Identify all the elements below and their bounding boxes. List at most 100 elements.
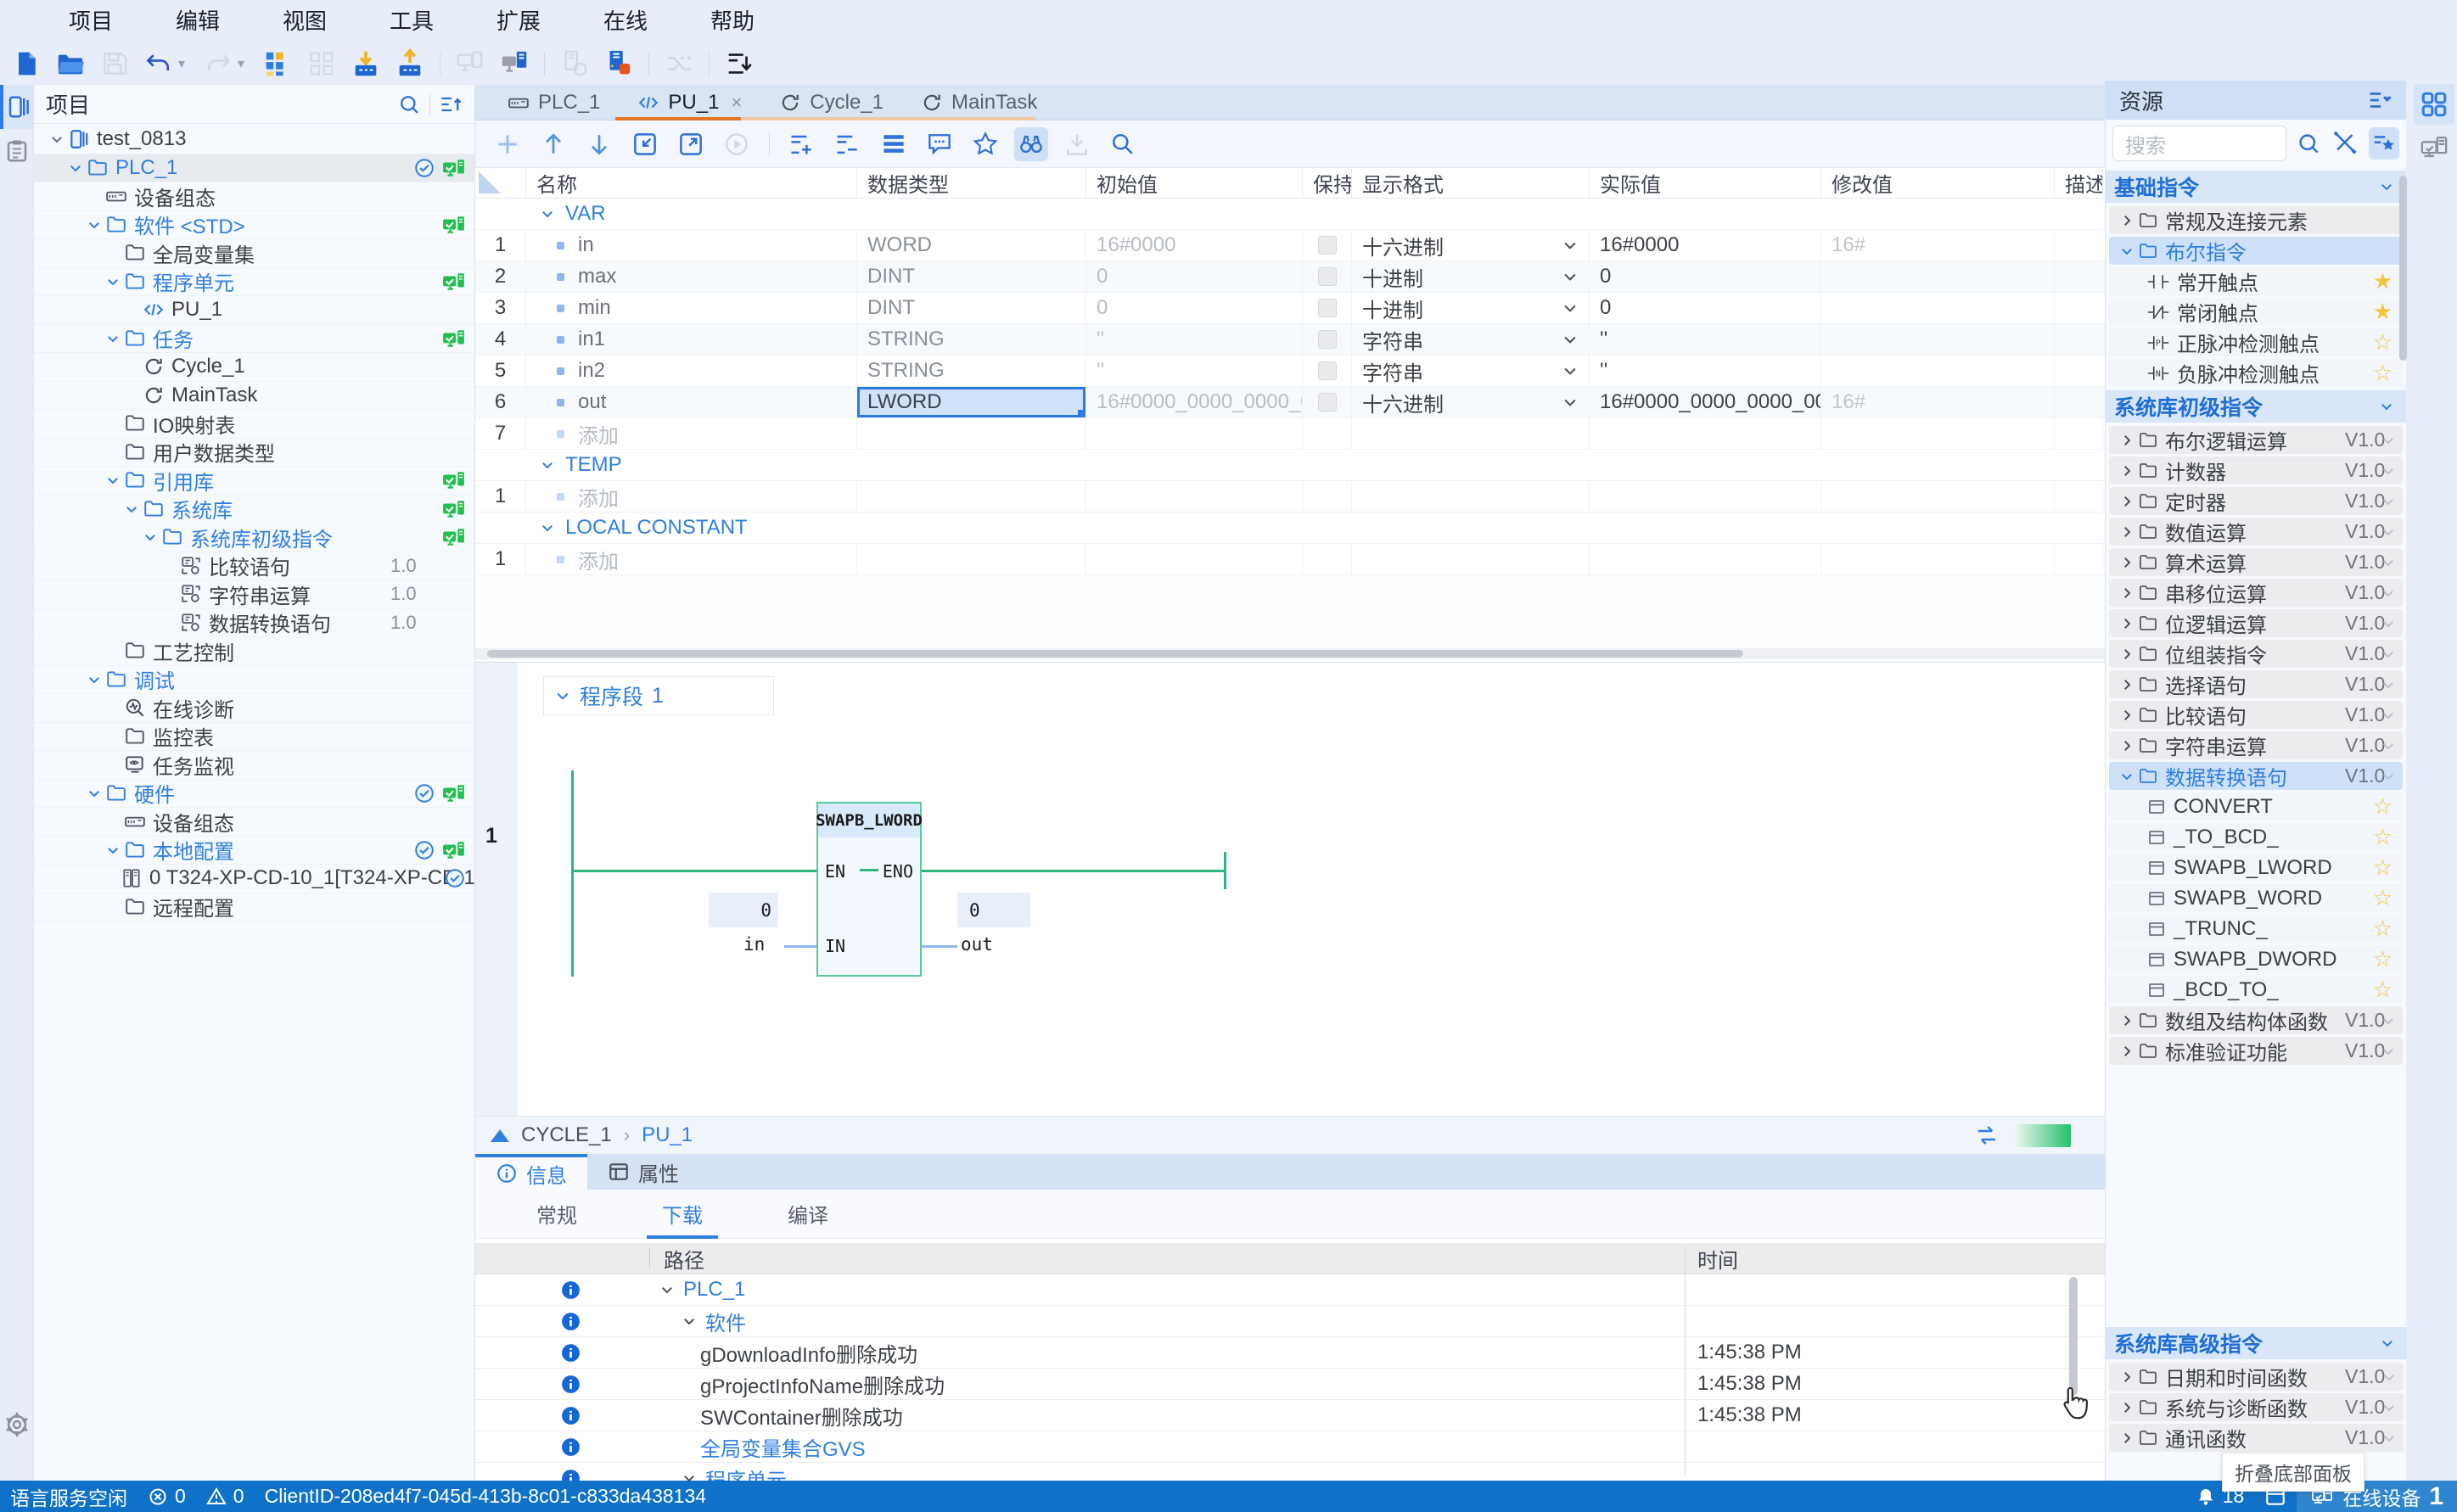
select-all-corner[interactable] xyxy=(475,168,526,198)
download-values-button[interactable] xyxy=(1060,127,1094,161)
log-row[interactable]: SWContainer删除成功 1:45:38 PM xyxy=(475,1400,2105,1431)
tree-item[interactable]: 远程配置 xyxy=(34,893,474,921)
resource-item[interactable]: _BCD_TO_ ☆ xyxy=(2109,976,2403,1004)
tree-item[interactable]: 监控表 xyxy=(34,723,474,751)
resource-item[interactable]: 常闭触点 ★ xyxy=(2109,298,2403,326)
modify-value-cell[interactable]: 16# xyxy=(1821,230,2055,260)
compare-icon[interactable] xyxy=(1974,1123,2000,1148)
collapse-tree-icon[interactable] xyxy=(439,92,463,116)
chevron-down-icon[interactable] xyxy=(2381,616,2396,631)
menu-item[interactable]: 帮助 xyxy=(679,0,786,42)
tree-item[interactable]: 系统库初级指令 xyxy=(34,524,474,552)
resource-item[interactable]: SWAPB_DWORD ☆ xyxy=(2109,945,2403,973)
chevron-down-icon[interactable] xyxy=(2381,647,2396,662)
star-outline-icon[interactable]: ☆ xyxy=(2373,946,2392,972)
menu-item[interactable]: 编辑 xyxy=(144,0,251,42)
resource-item[interactable]: CONVERT ☆ xyxy=(2109,792,2403,820)
chevron-down-icon[interactable] xyxy=(2381,585,2396,601)
tab-properties[interactable]: 属性 xyxy=(587,1154,699,1190)
retain-checkbox[interactable] xyxy=(1317,236,1337,255)
resource-section-header[interactable]: 系统库初级指令 xyxy=(2106,390,2406,423)
chevron-down-icon[interactable] xyxy=(2381,433,2396,448)
tree-item[interactable]: 全局变量集 xyxy=(34,239,474,268)
log-row[interactable]: PLC_1 xyxy=(475,1274,2105,1306)
tree-item[interactable]: 0 T324-XP-CD-10_1[T324-XP-CD-10] xyxy=(34,865,474,893)
chevron-right-icon[interactable] xyxy=(2116,494,2138,509)
breadcrumb-item[interactable]: PU_1 xyxy=(642,1123,693,1147)
retain-checkbox[interactable] xyxy=(1317,330,1337,349)
chevron-down-icon[interactable] xyxy=(102,331,124,346)
star-outline-icon[interactable]: ☆ xyxy=(2373,885,2392,911)
tree-item[interactable]: 工艺控制 xyxy=(34,637,474,666)
chevron-down-icon[interactable] xyxy=(536,457,558,473)
column-header[interactable]: 实际值 xyxy=(1590,168,1821,198)
resource-item[interactable]: 布尔逻辑运算 V1.0 xyxy=(2109,426,2403,454)
variable-row[interactable]: 1 添加 xyxy=(475,481,2105,512)
chevron-right-icon[interactable] xyxy=(2116,524,2138,540)
outline-button[interactable] xyxy=(0,129,34,173)
device-hand-button[interactable] xyxy=(557,46,592,81)
chevron-down-icon[interactable] xyxy=(2376,399,2398,414)
chevron-down-icon[interactable] xyxy=(2116,769,2138,784)
column-header[interactable]: 数据类型 xyxy=(857,168,1086,198)
hardware-config-button[interactable] xyxy=(260,46,295,81)
retain-checkbox[interactable] xyxy=(1317,267,1337,286)
column-header[interactable]: 初始值 xyxy=(1086,168,1303,198)
insert-row-button[interactable] xyxy=(785,127,819,161)
move-down-button[interactable] xyxy=(582,127,616,161)
input-value-box[interactable]: 0 xyxy=(709,893,778,927)
resource-item[interactable]: SWAPB_WORD ☆ xyxy=(2109,884,2403,912)
warning-counter[interactable]: 0 xyxy=(196,1481,255,1512)
menu-item[interactable]: 在线 xyxy=(572,0,679,42)
chevron-down-icon[interactable] xyxy=(2381,1369,2397,1385)
log-row[interactable]: gDownloadInfo删除成功 1:45:38 PM xyxy=(475,1337,2105,1369)
chevron-down-icon[interactable] xyxy=(2381,524,2396,540)
output-value-box[interactable]: 0 xyxy=(957,893,1030,927)
tree-item[interactable]: 设备组态 xyxy=(34,182,474,211)
retain-checkbox[interactable] xyxy=(1317,361,1337,380)
column-header[interactable]: 修改值 xyxy=(1821,168,2055,198)
chevron-right-icon[interactable] xyxy=(2116,555,2138,570)
display-format-dropdown[interactable]: 字符串 xyxy=(1352,356,1590,386)
tab-cycle_1[interactable]: Cycle_1 xyxy=(760,85,902,120)
dropdown-caret-icon[interactable]: ▾ xyxy=(238,46,251,81)
chevron-down-icon[interactable] xyxy=(678,1470,700,1481)
chevron-down-icon[interactable] xyxy=(2381,1044,2396,1059)
chevron-down-icon[interactable] xyxy=(2381,1431,2397,1446)
resource-item[interactable]: 计数器 V1.0 xyxy=(2109,456,2403,484)
chevron-right-icon[interactable] xyxy=(2116,738,2138,753)
chevron-down-icon[interactable] xyxy=(2381,555,2396,570)
delete-row-button[interactable] xyxy=(831,127,865,161)
resource-item[interactable]: N 负脉冲检测触点 ☆ xyxy=(2109,359,2403,387)
chevron-down-icon[interactable] xyxy=(2376,179,2398,194)
chevron-right-icon[interactable] xyxy=(2116,463,2138,479)
resource-section-header[interactable]: 系统库高级指令 xyxy=(2106,1327,2407,1359)
resource-item[interactable]: 系统与诊断函数 V1.0 xyxy=(2109,1393,2404,1421)
star-outline-icon[interactable]: ☆ xyxy=(2373,916,2392,942)
download-button[interactable] xyxy=(348,46,384,81)
tree-item[interactable]: 软件 <STD> xyxy=(34,211,474,239)
variable-row[interactable]: 5 in2 STRING '' 字符串 '' xyxy=(475,356,2105,387)
resource-item[interactable]: 位逻辑运算 V1.0 xyxy=(2109,609,2403,637)
new-file-button[interactable] xyxy=(8,46,44,81)
chevron-down-icon[interactable] xyxy=(83,786,105,801)
connect-pc-button[interactable] xyxy=(452,46,488,81)
chevron-down-icon[interactable] xyxy=(46,132,68,147)
tree-item[interactable]: 设备组态 xyxy=(34,808,474,837)
resource-search-input[interactable]: 搜索 xyxy=(2112,126,2286,161)
group-row[interactable]: LOCAL CONSTANT xyxy=(475,512,2105,544)
tree-item[interactable]: 引用库 xyxy=(34,467,474,496)
stop-device-button[interactable] xyxy=(601,46,637,81)
online-device-button[interactable] xyxy=(496,46,532,81)
resource-item[interactable]: 常开触点 ★ xyxy=(2109,267,2403,295)
tree-item[interactable]: 本地配置 xyxy=(34,837,474,865)
tree-item[interactable]: Cycle_1 xyxy=(34,353,474,382)
resource-item[interactable]: SWAPB_LWORD ☆ xyxy=(2109,854,2403,882)
display-format-dropdown[interactable]: 十六进制 xyxy=(1352,387,1590,417)
chevron-down-icon[interactable] xyxy=(678,1313,700,1329)
chevron-right-icon[interactable] xyxy=(2116,1044,2138,1059)
matrix-button[interactable] xyxy=(304,46,339,81)
subtab-download[interactable]: 下载 xyxy=(647,1190,718,1239)
chevron-right-icon[interactable] xyxy=(2116,1400,2138,1415)
chevron-right-icon[interactable] xyxy=(2116,1013,2138,1028)
